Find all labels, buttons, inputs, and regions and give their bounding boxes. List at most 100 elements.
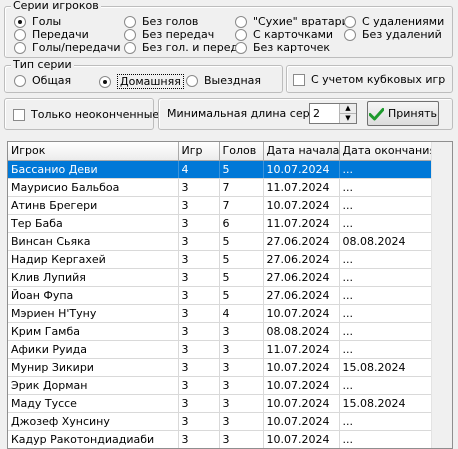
radio-no-cards-indicator[interactable] [235,41,247,54]
radio-goals-indicator[interactable] [14,15,26,28]
table-row[interactable]: Кадур Ракотондиадиаби 3 3 10.07.2024 ... [8,430,432,448]
min-length-label: Минимальная длина серии [167,107,324,120]
cell-player: Йоан Фупа [8,286,179,305]
table-row[interactable]: Бассанио Деви 4 5 10.07.2024 ... [8,160,432,179]
table-row[interactable]: Надир Кергахей 3 5 27.06.2024 ... [8,250,432,269]
radio-with-sendoffs-label: С удалениями [362,15,445,28]
unfinished-only-checkbox-box[interactable] [13,108,25,121]
spin-buttons: ▲ ▼ [339,104,356,123]
table-row[interactable]: Крим Гамба 3 3 08.08.2024 ... [8,322,432,341]
cell-goals: 5 [219,232,264,251]
cell-start-date: 08.08.2024 [263,322,340,341]
radio-no-goals[interactable]: Без голов [124,15,198,28]
radio-series-overall-label: Общая [32,74,72,87]
radio-no-assists-indicator[interactable] [124,28,136,41]
cell-end-date: ... [339,412,432,431]
radio-no-sendoffs-indicator[interactable] [344,28,356,41]
radio-with-cards-label: С карточками [253,28,334,41]
table-row[interactable]: Маурисио Бальбоа 3 7 11.07.2024 ... [8,178,432,197]
table-row[interactable]: Мэриен Н'Туну 3 4 10.07.2024 ... [8,304,432,323]
cell-end-date: ... [339,268,432,287]
cell-end-date: 08.08.2024 [339,232,432,251]
column-header-start-date[interactable]: Дата начала [263,142,340,161]
radio-no-goals-indicator[interactable] [124,15,136,28]
radio-assists-indicator[interactable] [14,28,26,41]
cell-end-date: ... [339,304,432,323]
table-row[interactable]: Винсан Сьяка 3 5 27.06.2024 08.08.2024 [8,232,432,251]
cell-games: 4 [178,160,220,179]
cell-end-date: ... [339,250,432,269]
table-row[interactable]: Джозеф Хунсину 3 3 10.07.2024 ... [8,412,432,431]
radio-goals-assists[interactable]: Голы/передачи [14,41,121,54]
radio-series-home[interactable]: Домашняя [99,74,184,89]
radio-goals-assists-indicator[interactable] [14,41,26,54]
cell-player: Клив Лупийя [8,268,179,287]
spin-down-icon[interactable]: ▼ [340,113,356,123]
radio-assists-label: Передачи [32,28,89,41]
accept-button[interactable]: Принять [367,101,439,126]
radio-with-cards[interactable]: С карточками [235,28,333,41]
cell-goals: 3 [219,322,264,341]
cell-start-date: 10.07.2024 [263,196,340,215]
cell-games: 3 [178,340,220,359]
radio-no-sendoffs[interactable]: Без удалений [344,28,442,41]
cup-games-checkbox[interactable]: С учетом кубковых игр [293,73,445,86]
cell-player: Атинв Брегери [8,196,179,215]
radio-series-away[interactable]: Выездная [186,74,261,87]
cell-start-date: 27.06.2024 [263,232,340,251]
table-row[interactable]: Маду Туссе 3 3 10.07.2024 15.08.2024 [8,394,432,413]
column-header-goals[interactable]: Голов [219,142,264,161]
radio-clean-sheet-keepers[interactable]: "Сухие" вратари [235,15,349,28]
table-vertical-scrollbar[interactable] [431,142,452,448]
cell-start-date: 10.07.2024 [263,160,340,179]
table-row[interactable]: Эрик Дорман 3 3 10.07.2024 ... [8,376,432,395]
cup-games-checkbox-box[interactable] [293,73,305,86]
spin-up-icon[interactable]: ▲ [340,104,356,113]
table-row[interactable]: Йоан Фупа 3 5 27.06.2024 ... [8,286,432,305]
cell-player: Маурисио Бальбоа [8,178,179,197]
cell-goals: 3 [219,412,264,431]
cell-player: Афики Руида [8,340,179,359]
cell-goals: 7 [219,196,264,215]
table-row[interactable]: Тер Баба 3 6 11.07.2024 ... [8,214,432,233]
radio-no-goals-no-assists-indicator[interactable] [124,41,136,54]
radio-with-cards-indicator[interactable] [235,28,247,41]
radio-clean-sheet-indicator[interactable] [235,15,247,28]
radio-no-cards[interactable]: Без карточек [235,41,330,54]
radio-with-sendoffs-indicator[interactable] [344,15,356,28]
unfinished-only-label: Только неоконченные [31,108,160,121]
table-row[interactable]: Мунир Зикири 3 3 10.07.2024 15.08.2024 [8,358,432,377]
radio-series-away-indicator[interactable] [186,74,198,87]
cell-start-date: 27.06.2024 [263,286,340,305]
table-row[interactable]: Афики Руида 3 3 11.07.2024 ... [8,340,432,359]
radio-no-goals-label: Без голов [142,15,199,28]
radio-goals[interactable]: Голы [14,15,61,28]
column-header-player[interactable]: Игрок [8,142,179,161]
cell-player: Джозеф Хунсину [8,412,179,431]
radio-with-sendoffs[interactable]: С удалениями [344,15,444,28]
table-header-row: Игрок Игр Голов Дата начала Дата окончан… [8,142,432,161]
radio-assists[interactable]: Передачи [14,28,89,41]
cell-end-date: ... [339,214,432,233]
cell-start-date: 10.07.2024 [263,394,340,413]
cell-end-date: ... [339,340,432,359]
min-length-value[interactable]: 2 [310,104,339,123]
checkmark-icon [368,107,384,120]
cell-start-date: 11.07.2024 [263,178,340,197]
table-row[interactable]: Клив Лупийя 3 5 27.06.2024 ... [8,268,432,287]
cell-goals: 5 [219,268,264,287]
radio-no-goals-no-assists-label: Без гол. и перед. [142,41,242,54]
min-length-spinner[interactable]: 2 ▲ ▼ [309,103,357,124]
radio-series-overall[interactable]: Общая [14,74,71,87]
column-header-games[interactable]: Игр [178,142,220,161]
cell-end-date: ... [339,286,432,305]
radio-series-overall-indicator[interactable] [14,74,26,87]
cell-games: 3 [178,394,220,413]
radio-series-home-indicator[interactable] [99,75,111,88]
radio-no-goals-no-assists[interactable]: Без гол. и перед. [124,41,242,54]
unfinished-only-checkbox[interactable]: Только неоконченные [13,108,159,121]
cell-start-date: 10.07.2024 [263,358,340,377]
column-header-end-date[interactable]: Дата окончания [339,142,432,161]
radio-no-assists[interactable]: Без передач [124,28,214,41]
table-row[interactable]: Атинв Брегери 3 7 10.07.2024 ... [8,196,432,215]
